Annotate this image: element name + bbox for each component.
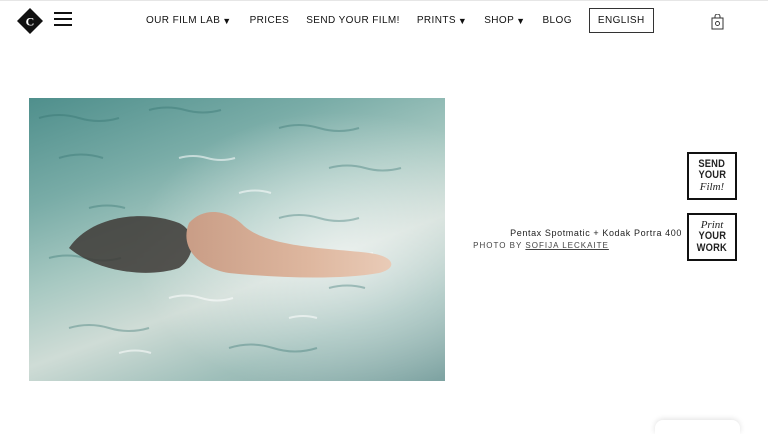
logo-diamond-icon: C: [17, 8, 43, 34]
nav-label: PRICES: [249, 15, 290, 26]
cart-button[interactable]: [711, 13, 724, 30]
send-your-film-badge[interactable]: SEND YOUR Film!: [687, 152, 737, 200]
menu-button[interactable]: [54, 12, 72, 28]
swimmer-image: [29, 98, 445, 381]
nav-label: BLOG: [542, 15, 572, 26]
camera-info: Pentax Spotmatic + Kodak Portra 400: [510, 228, 682, 238]
nav-prints[interactable]: PRINTS ▼: [417, 15, 467, 26]
logo-letter: C: [26, 15, 35, 29]
main-nav: OUR FILM LAB ▼ PRICES SEND YOUR FILM! PR…: [146, 8, 654, 33]
nav-shop[interactable]: SHOP ▼: [484, 15, 525, 26]
language-button[interactable]: ENGLISH: [588, 8, 654, 33]
photo-credit: PHOTO BY SOFIJA LECKAITE: [422, 241, 660, 250]
hamburger-icon: [54, 12, 72, 14]
nav-label: PRINTS: [416, 15, 456, 26]
nav-blog[interactable]: BLOG: [542, 15, 571, 26]
badge-line: YOUR: [698, 169, 726, 182]
hero-photo: [29, 98, 445, 381]
caret-down-icon: ▼: [516, 15, 526, 26]
logo[interactable]: C: [16, 7, 44, 35]
nav-send-your-film[interactable]: SEND YOUR FILM!: [306, 15, 400, 26]
top-border: [0, 0, 768, 1]
print-your-work-badge[interactable]: Print YOUR WORK: [687, 213, 737, 261]
nav-prices[interactable]: PRICES: [250, 15, 290, 26]
badge-line: WORK: [696, 241, 728, 254]
hamburger-icon-line: [54, 24, 72, 26]
credit-prefix: PHOTO BY: [473, 241, 523, 250]
badge-line: Film!: [699, 180, 725, 193]
nav-label: SEND YOUR FILM!: [306, 15, 400, 26]
chat-widget-tab[interactable]: [655, 420, 740, 434]
nav-label: SHOP: [484, 15, 515, 26]
photo-caption: Pentax Spotmatic + Kodak Portra 400 PHOT…: [422, 228, 682, 250]
caret-down-icon: ▼: [222, 15, 232, 26]
nav-label: OUR FILM LAB: [146, 15, 221, 26]
photographer-link[interactable]: SOFIJA LECKAITE: [525, 241, 608, 250]
nav-our-film-lab[interactable]: OUR FILM LAB ▼: [146, 15, 232, 26]
hamburger-icon-line: [54, 18, 72, 20]
caret-down-icon: ▼: [457, 15, 468, 26]
shopping-bag-icon: [711, 13, 724, 30]
